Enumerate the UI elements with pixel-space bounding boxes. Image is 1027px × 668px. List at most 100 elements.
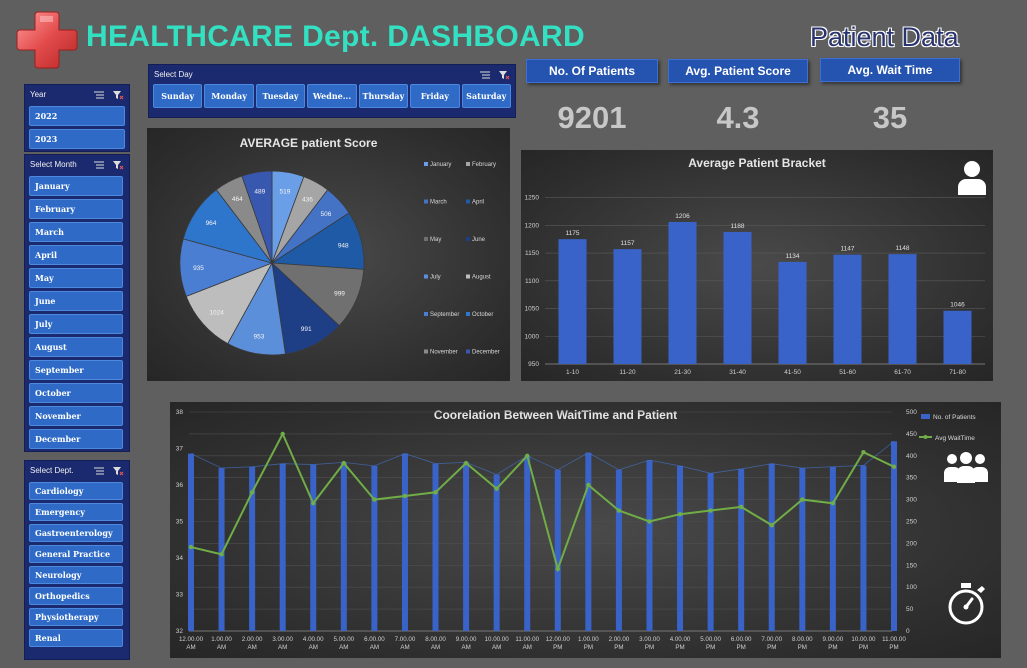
y-right-tick-label: 100 <box>906 584 917 591</box>
clear-filter-icon[interactable] <box>112 160 124 170</box>
legend-swatch <box>466 312 470 316</box>
patients-bar <box>188 453 194 631</box>
legend-swatch <box>466 162 470 166</box>
dept-option-cardiology[interactable]: Cardiology <box>29 482 123 500</box>
y-tick-label: 1250 <box>525 195 540 202</box>
patients-bar <box>401 453 408 631</box>
x-tick-label: 3.00.00 <box>272 636 293 643</box>
day-option-monday[interactable]: Monday <box>204 84 254 108</box>
day-option-tuesday[interactable]: Tuesday <box>255 84 306 108</box>
patients-bar <box>707 473 714 631</box>
year-option-2022[interactable]: 2022 <box>29 106 125 126</box>
waittime-point <box>188 544 194 550</box>
bracket-chart-panel: Average Patient Bracket 950 1000 1050 1100 1… <box>521 150 993 381</box>
x-tick-label-period: PM <box>614 644 623 651</box>
pie-data-label: 506 <box>321 211 332 218</box>
kpi-score-label: Avg. Patient Score <box>668 59 808 83</box>
patients-bar <box>279 463 286 631</box>
legend-swatch <box>424 199 428 204</box>
waittime-point <box>738 504 744 510</box>
legend-entry-january: January <box>430 162 451 168</box>
month-option-march[interactable]: March <box>29 222 123 242</box>
multi-select-icon[interactable] <box>93 90 105 100</box>
waittime-point <box>280 431 285 437</box>
pie-chart-panel: AVERAGE patient Score 519 436 506 948 999 991… <box>147 128 510 381</box>
x-tick-label-period: PM <box>828 644 837 651</box>
bar-11-20 <box>613 249 642 364</box>
day-option-wedne[interactable]: Wedne... <box>307 84 357 108</box>
x-tick-label: 10.00.00 <box>485 636 510 643</box>
patients-bar <box>554 469 561 631</box>
month-option-november[interactable]: November <box>29 406 123 426</box>
y-left-tick-label: 32 <box>176 628 184 635</box>
dept-option-orthopedics[interactable]: Orthopedics <box>29 587 123 605</box>
legend-swatch <box>921 414 930 419</box>
waittime-point <box>708 508 713 513</box>
bar-data-label: 1175 <box>566 230 580 237</box>
bar-31-40 <box>723 231 752 364</box>
month-option-october[interactable]: October <box>29 383 123 403</box>
month-option-april[interactable]: April <box>29 245 123 265</box>
x-tick-label-period: PM <box>553 644 562 651</box>
correlation-combo-chart: 0 50 100 150 200 250 300 350 400 450 500 32 33 34 35 36… <box>176 409 977 651</box>
dept-option-emergency[interactable]: Emergency <box>29 503 123 521</box>
x-tick-label-period: AM <box>247 644 256 651</box>
y-tick-label: 1050 <box>525 306 540 313</box>
patients-bar <box>615 469 622 631</box>
waittime-point <box>463 460 469 466</box>
y-left-tick-label: 36 <box>176 482 184 489</box>
month-option-june[interactable]: June <box>29 291 123 311</box>
month-option-september[interactable]: September <box>29 360 123 380</box>
correlation-chart-panel: Coorelation Between WaitTime and Patient… <box>170 402 1001 658</box>
day-option-saturday[interactable]: Saturday <box>461 84 511 108</box>
multi-select-icon[interactable] <box>93 160 105 170</box>
month-option-may[interactable]: May <box>29 268 123 288</box>
clear-filter-icon[interactable] <box>112 466 124 476</box>
month-option-january[interactable]: January <box>29 176 123 196</box>
y-right-tick-label: 150 <box>906 562 917 569</box>
x-tick-label-period: PM <box>706 644 715 651</box>
x-tick-label-period: PM <box>767 644 776 651</box>
bar-data-label: 1157 <box>621 240 635 247</box>
dept-slicer-label: Select Dept. <box>30 466 74 475</box>
patients-bar <box>738 468 745 631</box>
x-tick-label-period: AM <box>461 644 470 651</box>
clear-filter-icon[interactable] <box>498 70 510 80</box>
dept-option-general-practice[interactable]: General Practice <box>29 545 123 563</box>
waittime-point <box>372 497 377 502</box>
month-option-december[interactable]: December <box>29 429 123 449</box>
patients-bar <box>860 465 867 631</box>
x-tick-label-period: PM <box>645 644 654 651</box>
legend-entry-november: November <box>430 350 458 356</box>
dept-option-renal[interactable]: Renal <box>29 629 123 647</box>
month-option-july[interactable]: July <box>29 314 123 334</box>
dept-option-neurology[interactable]: Neurology <box>29 566 123 584</box>
x-tick-label-period: AM <box>492 644 501 651</box>
multi-select-icon[interactable] <box>479 70 491 80</box>
x-tick-label: 6.00.00 <box>364 636 385 643</box>
dept-option-gastroenterology[interactable]: Gastroenterology <box>29 524 123 542</box>
day-option-thursday[interactable]: Thursday <box>358 84 409 108</box>
clear-filter-icon[interactable] <box>112 90 124 100</box>
day-option-sunday[interactable]: Sunday <box>153 84 203 108</box>
month-option-february[interactable]: February <box>29 199 123 219</box>
multi-select-icon[interactable] <box>93 466 105 476</box>
day-option-friday[interactable]: Friday <box>410 84 460 108</box>
legend-entry-may: May <box>430 237 441 243</box>
legend-entry-september: September <box>430 312 459 318</box>
y-left-tick-label: 38 <box>176 409 184 416</box>
pie-data-label: 948 <box>338 243 349 250</box>
waittime-point <box>525 453 530 458</box>
month-option-august[interactable]: August <box>29 337 123 357</box>
medical-cross-icon <box>16 8 78 70</box>
x-tick-label-period: AM <box>339 644 348 651</box>
dept-option-physiotherapy[interactable]: Physiotherapy <box>29 608 123 626</box>
bar-41-50 <box>778 261 807 364</box>
year-slicer-label: Year <box>30 90 47 99</box>
legend-entry-july: July <box>430 275 441 281</box>
x-tick-label-period: AM <box>370 644 379 651</box>
x-tick-label: 31-40 <box>729 369 746 376</box>
waittime-point <box>555 566 560 572</box>
waittime-point <box>830 501 836 506</box>
legend-entry-march: March <box>430 200 447 206</box>
